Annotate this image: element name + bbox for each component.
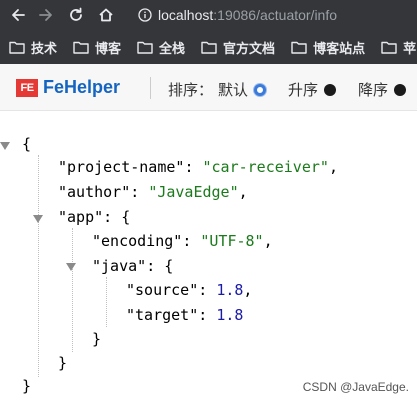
indent-guide [38, 155, 39, 377]
sort-label: 排序： [168, 82, 214, 99]
json-key: "target" [126, 306, 199, 324]
json-close-brace: } [92, 330, 102, 348]
json-number-value: 1.8 [216, 306, 244, 324]
folder-icon [73, 41, 89, 54]
bookmark-label: 全栈 [159, 40, 186, 56]
json-key: "source" [126, 281, 199, 299]
folder-icon [9, 41, 25, 54]
radio-unselected-icon[interactable] [394, 83, 407, 96]
folder-icon [381, 41, 397, 54]
url-path: :19086/actuator/info [213, 7, 338, 23]
arrow-left-icon [12, 9, 25, 21]
sort-option-label: 降序 [358, 82, 389, 99]
url-host: localhost [158, 7, 214, 23]
json-viewer: { "project-name": "car-receiver", "autho… [0, 111, 417, 405]
json-string-value: "UTF-8" [200, 232, 264, 250]
sort-option-label: 默认 [218, 82, 249, 99]
folder-icon [201, 41, 217, 54]
bookmark-folder[interactable]: 官方文档 [201, 38, 275, 57]
json-row-source: "source": 1.8, [126, 281, 253, 299]
bookmark-folder[interactable]: 全栈 [137, 38, 185, 57]
json-key: "app" [58, 208, 104, 226]
fehelper-title[interactable]: FeHelper [43, 77, 120, 98]
bookmark-folder[interactable]: 博客 [73, 38, 121, 57]
watermark: CSDN @JavaEdge. [302, 380, 409, 394]
indent-guide [72, 228, 73, 352]
json-row-java: "java": { [92, 257, 174, 275]
json-key: "java" [92, 257, 147, 275]
json-open-brace: { [22, 135, 32, 153]
info-icon[interactable] [138, 8, 152, 22]
json-string-value: "car-receiver" [202, 158, 329, 176]
collapse-toggle-icon[interactable] [0, 142, 10, 150]
radio-unselected-icon[interactable] [324, 83, 337, 96]
fehelper-header: FE FeHelper 排序： 默认 升序 降序 [0, 64, 417, 111]
json-row-encoding: "encoding": "UTF-8", [92, 232, 273, 250]
sort-option-default[interactable]: 默认 [218, 79, 267, 100]
json-close-brace: } [22, 377, 32, 395]
arrow-right-icon [39, 9, 52, 21]
json-close-brace: } [58, 354, 68, 372]
json-row-app: "app": { [58, 208, 131, 226]
bookmark-folder[interactable]: 博客站点 [291, 38, 365, 57]
sort-option-desc[interactable]: 降序 [358, 79, 407, 100]
json-key: "encoding" [92, 232, 183, 250]
json-row-project-name: "project-name": "car-receiver", [58, 158, 338, 176]
json-string-value: "JavaEdge" [148, 183, 239, 201]
address-bar[interactable]: localhost:19086/actuator/info [138, 4, 417, 26]
home-icon [99, 8, 113, 22]
json-row-target: "target": 1.8 [126, 306, 244, 324]
bookmarks-bar: 技术 博客 全栈 官方文档 博客站点 苹 [0, 30, 417, 64]
bookmark-folder[interactable]: 苹 [381, 38, 416, 57]
indent-guide [106, 277, 107, 327]
json-key: "author" [58, 183, 131, 201]
bookmark-label: 苹 [403, 40, 417, 56]
forward-button[interactable] [34, 0, 58, 30]
bookmark-label: 博客 [95, 40, 122, 56]
back-button[interactable] [6, 0, 30, 30]
sort-option-asc[interactable]: 升序 [288, 79, 337, 100]
collapse-toggle-icon[interactable] [33, 215, 43, 223]
bookmark-folder[interactable]: 技术 [9, 38, 57, 57]
json-key: "project-name" [58, 158, 185, 176]
folder-icon [291, 41, 307, 54]
reload-button[interactable] [64, 0, 88, 30]
home-button[interactable] [94, 0, 118, 30]
header-divider [150, 77, 151, 99]
radio-selected-icon[interactable] [254, 83, 267, 96]
bookmark-label: 技术 [31, 40, 58, 56]
json-row-author: "author": "JavaEdge", [58, 183, 248, 201]
bookmark-label: 博客站点 [313, 40, 366, 56]
sort-option-label: 升序 [288, 82, 319, 99]
bookmark-label: 官方文档 [223, 40, 276, 56]
browser-toolbar: localhost:19086/actuator/info [0, 0, 417, 30]
reload-icon [70, 7, 82, 21]
json-number-value: 1.8 [216, 281, 244, 299]
folder-icon [137, 41, 153, 54]
collapse-toggle-icon[interactable] [66, 263, 76, 271]
fehelper-logo: FE [16, 79, 38, 97]
